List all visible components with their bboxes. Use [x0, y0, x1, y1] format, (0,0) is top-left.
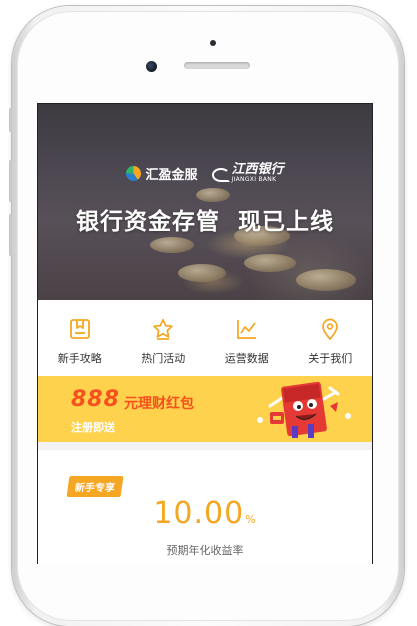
brand-logo-text: 汇盈金服 [145, 167, 198, 183]
chart-icon [236, 320, 256, 339]
bank-logo-en: JIANGXI BANK [231, 176, 277, 183]
banner-headline: 银行资金存管 现已上线 [75, 209, 334, 235]
promo-subtitle: 注册即送 [71, 421, 115, 434]
bank-logo-cn: 江西银行 [231, 162, 284, 177]
menu-item-label: 新手攻略 [57, 352, 102, 365]
menu-item-activities[interactable]: 热门活动 [122, 300, 206, 376]
bank-logo: 江西银行 JIANGXI BANK [211, 162, 284, 183]
product-card[interactable]: 新手专享 10.00% 预期年化收益率 [38, 442, 372, 564]
coin-image [244, 254, 296, 272]
promo-title: 元理财红包 [124, 396, 194, 412]
red-envelope-mascot [257, 381, 351, 438]
coin-image [178, 264, 226, 282]
coin-image [196, 188, 230, 202]
earpiece-speaker [184, 62, 250, 69]
brand-logo-icon [126, 165, 142, 181]
menu-item-label: 运营数据 [224, 352, 269, 365]
menu-item-stats[interactable]: 运营数据 [205, 300, 289, 376]
bank-logo-icon [211, 165, 230, 182]
promo-amount: 888 [71, 387, 120, 412]
volume-up-button [9, 160, 12, 202]
newbie-tag: 新手专享 [66, 476, 124, 497]
rate-label: 预期年化收益率 [166, 544, 244, 557]
coin-image [296, 269, 356, 291]
menu-item-about[interactable]: 关于我们 [289, 300, 373, 376]
menu-item-label: 关于我们 [308, 352, 353, 365]
proximity-sensor [210, 40, 216, 46]
rate-value: 10.00 [153, 496, 245, 531]
app-screen: 汇盈金服 江西银行 JIANGXI BANK 银行资金存管 现已上线 新手攻略 [37, 103, 373, 564]
star-icon [153, 318, 174, 340]
volume-down-button [9, 214, 12, 256]
rate-unit: % [245, 513, 257, 526]
promo-banner[interactable]: 888 元理财红包 注册即送 [38, 376, 372, 442]
menu-item-label: 热门活动 [141, 352, 186, 365]
hero-banner[interactable]: 汇盈金服 江西银行 JIANGXI BANK 银行资金存管 现已上线 [38, 104, 372, 300]
front-camera [146, 61, 157, 72]
coin-image [150, 237, 194, 253]
menu-item-guide[interactable]: 新手攻略 [38, 300, 122, 376]
location-pin-icon [322, 318, 339, 341]
side-button [9, 108, 12, 132]
expected-rate: 10.00% [38, 496, 372, 531]
guide-icon [69, 319, 90, 339]
quick-menu: 新手攻略 热门活动 运营数据 关于我们 [38, 300, 372, 376]
partner-logos: 汇盈金服 江西银行 JIANGXI BANK [38, 162, 372, 184]
brand-logo: 汇盈金服 [126, 164, 198, 183]
